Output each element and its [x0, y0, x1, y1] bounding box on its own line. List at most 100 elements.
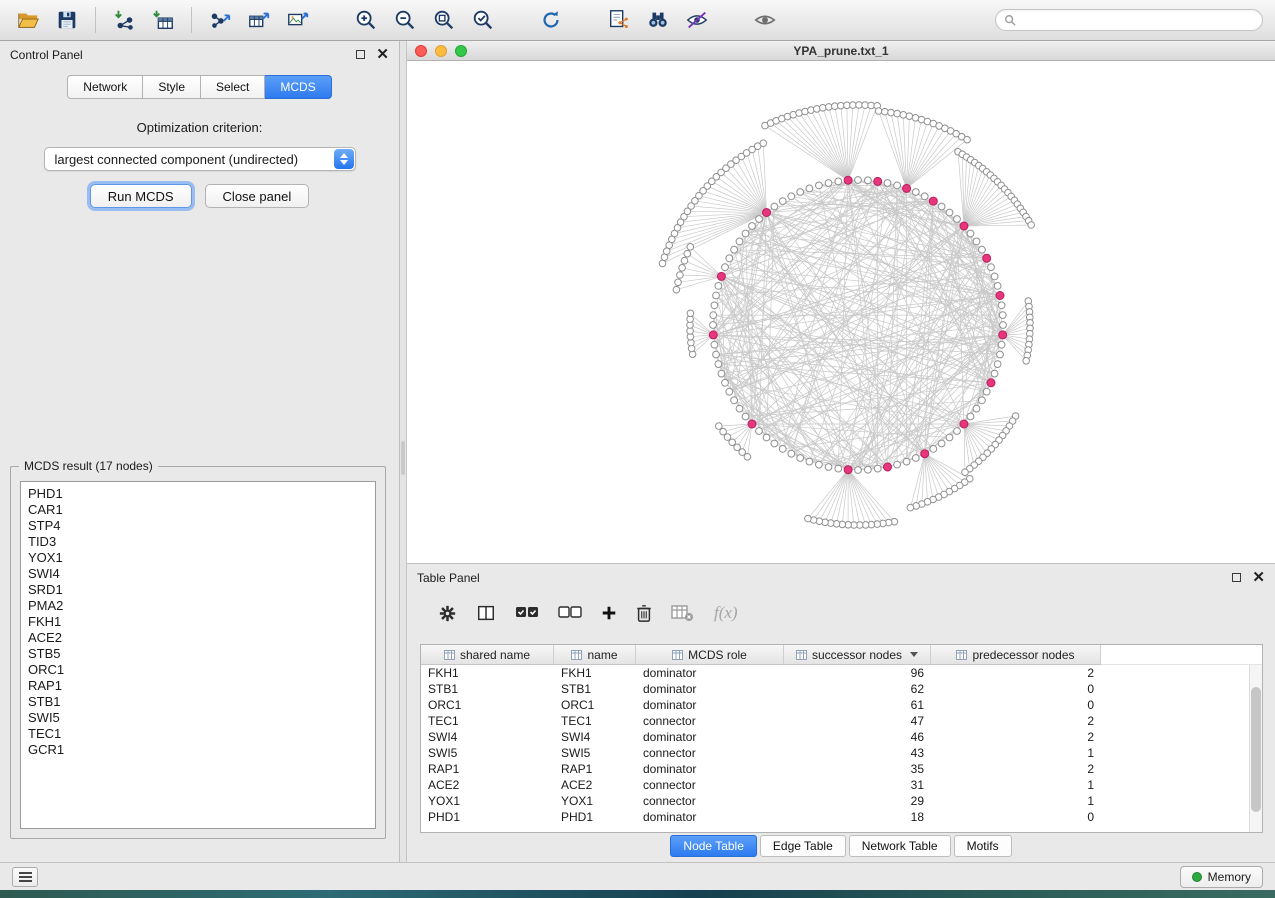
list-item[interactable]: PMA2 — [21, 598, 375, 614]
column-header-name[interactable]: name — [554, 645, 636, 665]
graphics-details-button[interactable] — [681, 5, 713, 35]
network-canvas[interactable] — [407, 61, 1275, 562]
splitter-handle[interactable] — [401, 441, 405, 475]
zoom-selected-button[interactable] — [467, 5, 499, 35]
list-item[interactable]: STP4 — [21, 518, 375, 534]
zoom-out-button[interactable] — [389, 5, 421, 35]
list-item[interactable]: SWI4 — [21, 566, 375, 582]
create-column-button[interactable] — [600, 604, 618, 622]
search-network-button[interactable] — [642, 5, 674, 35]
table-row[interactable]: SWI4SWI4dominator462 — [421, 729, 1262, 745]
save-icon — [55, 8, 79, 32]
memory-button[interactable]: Memory — [1180, 866, 1263, 888]
list-item[interactable]: TID3 — [21, 534, 375, 550]
column-header-mcds-role[interactable]: MCDS role — [636, 645, 784, 665]
table-row[interactable]: YOX1YOX1connector291 — [421, 793, 1262, 809]
control-panel: Control Panel ✕ NetworkStyleSelectMCDS O… — [0, 41, 400, 862]
zoom-fit-icon — [432, 8, 456, 32]
task-history-button[interactable] — [12, 867, 38, 887]
list-item[interactable]: CAR1 — [21, 502, 375, 518]
minimize-window-button[interactable] — [435, 45, 447, 57]
table-row[interactable]: STB1STB1dominator620 — [421, 681, 1262, 697]
table-bottom-tabs: Node TableEdge TableNetwork TableMotifs — [407, 835, 1275, 857]
search-input[interactable] — [1021, 13, 1254, 27]
network-graph[interactable] — [407, 61, 1275, 562]
tab-network-table[interactable]: Network Table — [849, 835, 951, 857]
node-table: shared namenameMCDS rolesuccessor nodesp… — [420, 644, 1263, 833]
table-row[interactable]: PHD1PHD1dominator180 — [421, 809, 1262, 825]
delete-table-button[interactable] — [670, 603, 694, 623]
table-row[interactable]: FKH1FKH1dominator962 — [421, 665, 1262, 681]
list-item[interactable]: STB5 — [21, 646, 375, 662]
close-window-button[interactable] — [415, 45, 427, 57]
zoom-fit-button[interactable] — [428, 5, 460, 35]
list-item[interactable]: YOX1 — [21, 550, 375, 566]
table-row[interactable]: RAP1RAP1dominator352 — [421, 761, 1262, 777]
float-table-panel-button[interactable] — [1232, 573, 1241, 582]
close-panel-button-mcds[interactable]: Close panel — [205, 184, 310, 208]
search-box[interactable] — [995, 9, 1263, 31]
close-table-panel-button[interactable]: ✕ — [1252, 573, 1265, 583]
run-mcds-button[interactable]: Run MCDS — [90, 184, 192, 208]
zoom-in-button[interactable] — [350, 5, 382, 35]
close-panel-button[interactable]: ✕ — [376, 50, 389, 60]
export-table-button[interactable] — [243, 5, 275, 35]
list-item[interactable]: GCR1 — [21, 742, 375, 758]
delete-table-icon — [670, 603, 694, 623]
list-item[interactable]: SWI5 — [21, 710, 375, 726]
select-all-columns-button[interactable] — [514, 603, 540, 623]
list-item[interactable]: TEC1 — [21, 726, 375, 742]
show-hide-details-button[interactable] — [749, 5, 781, 35]
list-item[interactable]: SRD1 — [21, 582, 375, 598]
list-item[interactable]: ORC1 — [21, 662, 375, 678]
refresh-layout-button[interactable] — [535, 5, 567, 35]
column-header-predecessor-nodes[interactable]: predecessor nodes — [931, 645, 1101, 665]
tab-select[interactable]: Select — [201, 75, 265, 99]
tab-network[interactable]: Network — [67, 75, 143, 99]
list-item[interactable]: STB1 — [21, 694, 375, 710]
scrollbar-thumb[interactable] — [1251, 687, 1261, 812]
tab-mcds[interactable]: MCDS — [265, 75, 331, 99]
table-row[interactable]: TEC1TEC1connector472 — [421, 713, 1262, 729]
export-network-button[interactable] — [204, 5, 236, 35]
table-row[interactable]: ORC1ORC1dominator610 — [421, 697, 1262, 713]
status-bar: Memory — [0, 862, 1275, 890]
tab-motifs[interactable]: Motifs — [954, 835, 1012, 857]
table-panel-header: Table Panel ✕ — [407, 564, 1275, 591]
unchecked-boxes-icon — [557, 603, 583, 623]
function-builder-button[interactable]: f(x) — [714, 603, 738, 623]
search-icon — [1004, 14, 1016, 26]
list-item[interactable]: ACE2 — [21, 630, 375, 646]
column-header-successor-nodes[interactable]: successor nodes — [784, 645, 931, 665]
table-settings-button[interactable] — [437, 603, 458, 624]
panel-splitter[interactable] — [400, 41, 407, 862]
list-item[interactable]: FKH1 — [21, 614, 375, 630]
list-item[interactable]: RAP1 — [21, 678, 375, 694]
mcds-result-list[interactable]: PHD1CAR1STP4TID3YOX1SWI4SRD1PMA2FKH1ACE2… — [20, 481, 376, 829]
clone-network-button[interactable] — [603, 5, 635, 35]
deselect-all-columns-button[interactable] — [557, 603, 583, 623]
gear-icon — [437, 603, 458, 624]
table-row[interactable]: ACE2ACE2connector311 — [421, 777, 1262, 793]
tab-style[interactable]: Style — [143, 75, 201, 99]
menu-icon — [19, 872, 32, 882]
tab-node-table[interactable]: Node Table — [670, 835, 757, 857]
list-item[interactable]: PHD1 — [21, 486, 375, 502]
show-column-button[interactable] — [475, 603, 497, 623]
import-table-button[interactable] — [147, 5, 179, 35]
refresh-icon — [539, 8, 563, 32]
node-table-header: shared namenameMCDS rolesuccessor nodesp… — [421, 645, 1262, 665]
tab-edge-table[interactable]: Edge Table — [760, 835, 846, 857]
save-session-button[interactable] — [51, 5, 83, 35]
maximize-window-button[interactable] — [455, 45, 467, 57]
columns-icon — [475, 603, 497, 623]
delete-column-button[interactable] — [635, 603, 653, 623]
import-network-button[interactable] — [108, 5, 140, 35]
column-header-shared-name[interactable]: shared name — [421, 645, 554, 665]
export-image-button[interactable] — [282, 5, 314, 35]
open-session-button[interactable] — [12, 5, 44, 35]
table-scrollbar[interactable] — [1249, 665, 1262, 832]
table-row[interactable]: SWI5SWI5connector431 — [421, 745, 1262, 761]
criterion-dropdown[interactable]: largest connected component (undirected) — [44, 147, 356, 171]
float-panel-button[interactable] — [356, 50, 365, 59]
